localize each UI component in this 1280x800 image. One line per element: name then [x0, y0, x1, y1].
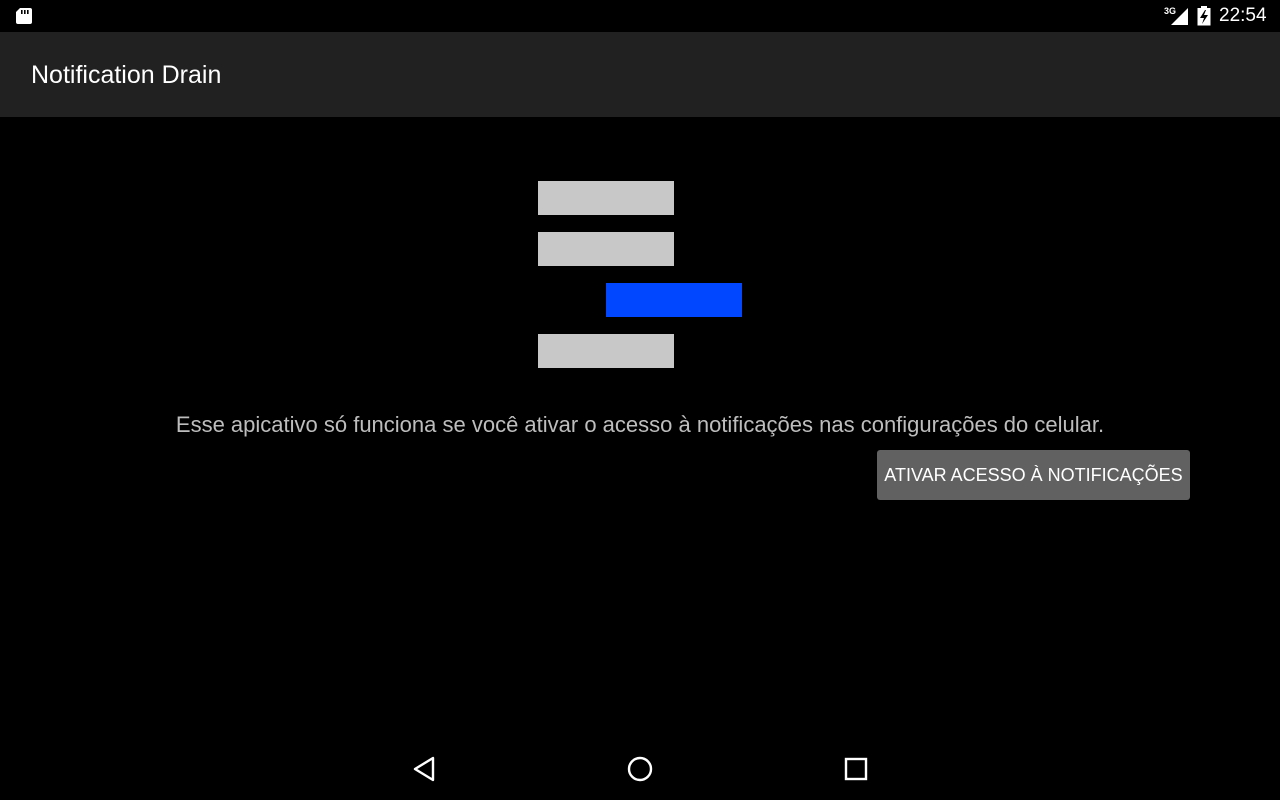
- status-bar: 3G 22:54: [0, 0, 1280, 32]
- navigation-bar: [0, 737, 1280, 800]
- illustration-bar-highlighted: [606, 283, 742, 317]
- battery-charging-icon: [1197, 6, 1211, 26]
- illustration-bar-4: [538, 334, 674, 368]
- clock: 22:54: [1219, 5, 1267, 26]
- home-icon[interactable]: [624, 753, 656, 785]
- recents-icon[interactable]: [840, 753, 872, 785]
- signal-icon: 3G: [1164, 6, 1190, 26]
- app-bar: Notification Drain: [0, 32, 1280, 117]
- back-icon[interactable]: [409, 753, 441, 785]
- main-content: Esse apicativo só funciona se você ativa…: [0, 117, 1280, 737]
- app-title: Notification Drain: [31, 61, 222, 89]
- illustration-bar-2: [538, 232, 674, 266]
- permission-message: Esse apicativo só funciona se você ativa…: [175, 412, 1105, 437]
- sd-card-icon: [16, 8, 32, 24]
- enable-notification-access-button[interactable]: ATIVAR ACESSO À NOTIFICAÇÕES: [877, 450, 1190, 500]
- illustration-bar-1: [538, 181, 674, 215]
